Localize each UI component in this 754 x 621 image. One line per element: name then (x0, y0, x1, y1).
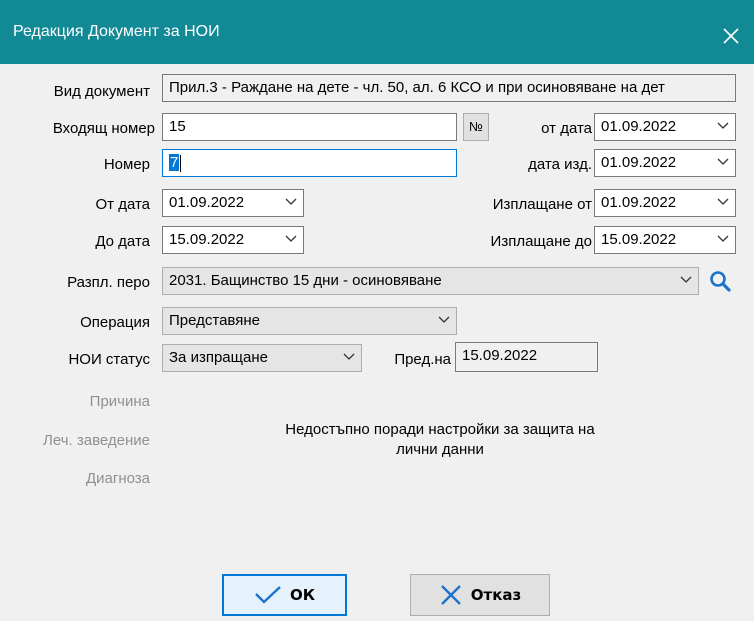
noi-status-label: НОИ статус (68, 351, 150, 368)
title-bar[interactable]: Редакция Документ за НОИ (0, 0, 754, 64)
reason-label: Причина (89, 393, 150, 410)
number-label: Номер (103, 156, 150, 173)
number-input-value: 7 (169, 154, 180, 171)
chevron-down-icon (717, 122, 729, 129)
period-to-picker[interactable]: 15.09.2022 (162, 226, 304, 254)
check-icon (255, 586, 281, 604)
chevron-down-icon (717, 235, 729, 242)
diagnosis-label: Диагноза (85, 470, 150, 487)
close-icon (723, 28, 739, 44)
pay-from-value: 01.09.2022 (601, 194, 677, 211)
period-from-picker[interactable]: 01.09.2022 (162, 189, 304, 217)
period-from-label: От дата (95, 196, 150, 213)
pay-to-picker[interactable]: 15.09.2022 (594, 226, 736, 254)
cancel-button-label: Отказ (470, 586, 522, 604)
ok-button[interactable]: ОК (222, 574, 347, 616)
pay-item-value: 2031. Бащинство 15 дни - осиновяване (169, 272, 442, 289)
doc-type-field[interactable]: Прил.3 - Раждане на дете - чл. 50, ал. 6… (162, 74, 736, 102)
period-to-label: До дата (95, 233, 150, 250)
chevron-down-icon (285, 235, 297, 242)
cancel-button[interactable]: Отказ (410, 574, 550, 616)
window-title: Редакция Документ за НОИ (13, 23, 220, 40)
noi-status-dropdown[interactable]: За изпращане (162, 344, 362, 372)
pay-from-label: Изплащане от (492, 196, 592, 213)
period-from-value: 01.09.2022 (169, 194, 245, 211)
chevron-down-icon (717, 158, 729, 165)
close-icon (440, 585, 461, 605)
chevron-down-icon (438, 316, 450, 323)
pay-to-value: 15.09.2022 (601, 231, 677, 248)
chevron-down-icon (285, 198, 297, 205)
text-caret (180, 154, 182, 172)
search-icon (710, 271, 731, 292)
operation-dropdown[interactable]: Представяне (162, 307, 457, 335)
period-to-value: 15.09.2022 (169, 231, 245, 248)
pay-from-picker[interactable]: 01.09.2022 (594, 189, 736, 217)
submitted-label: Пред.на (394, 351, 451, 368)
privacy-notice: Недостъпно поради настройки за защита на… (285, 421, 595, 458)
pay-to-label: Изплащане до (490, 233, 592, 250)
operation-label: Операция (80, 314, 150, 331)
incoming-number-input[interactable]: 15 (162, 113, 457, 141)
ok-button-label: ОК (289, 586, 315, 604)
issue-date-picker[interactable]: 01.09.2022 (594, 149, 736, 177)
submitted-date-field: 15.09.2022 (455, 342, 598, 372)
doc-type-label: Вид документ (53, 83, 150, 100)
from-date-value: 01.09.2022 (601, 118, 677, 135)
pay-item-dropdown[interactable]: 2031. Бащинство 15 дни - осиновяване (162, 267, 699, 295)
chevron-down-icon (717, 198, 729, 205)
operation-value: Представяне (169, 312, 260, 329)
pay-item-search-button[interactable] (707, 268, 733, 294)
form-body: Вид документ Прил.3 - Раждане на дете - … (0, 64, 754, 621)
facility-label: Леч. заведение (43, 432, 150, 449)
number-input[interactable]: 7 (162, 149, 457, 177)
noi-status-value: За изпращане (169, 349, 268, 366)
number-lookup-button[interactable]: № (463, 113, 489, 141)
close-button[interactable] (708, 14, 754, 58)
from-date-label: от дата (541, 120, 592, 137)
incoming-number-label: Входящ номер (52, 120, 155, 137)
chevron-down-icon (680, 276, 692, 283)
issue-date-value: 01.09.2022 (601, 154, 677, 171)
issue-date-label: дата изд. (528, 156, 592, 173)
pay-item-label: Разпл. перо (67, 274, 150, 291)
dialog-window: Редакция Документ за НОИ Вид документ Пр… (0, 0, 754, 621)
from-date-picker[interactable]: 01.09.2022 (594, 113, 736, 141)
chevron-down-icon (343, 353, 355, 360)
